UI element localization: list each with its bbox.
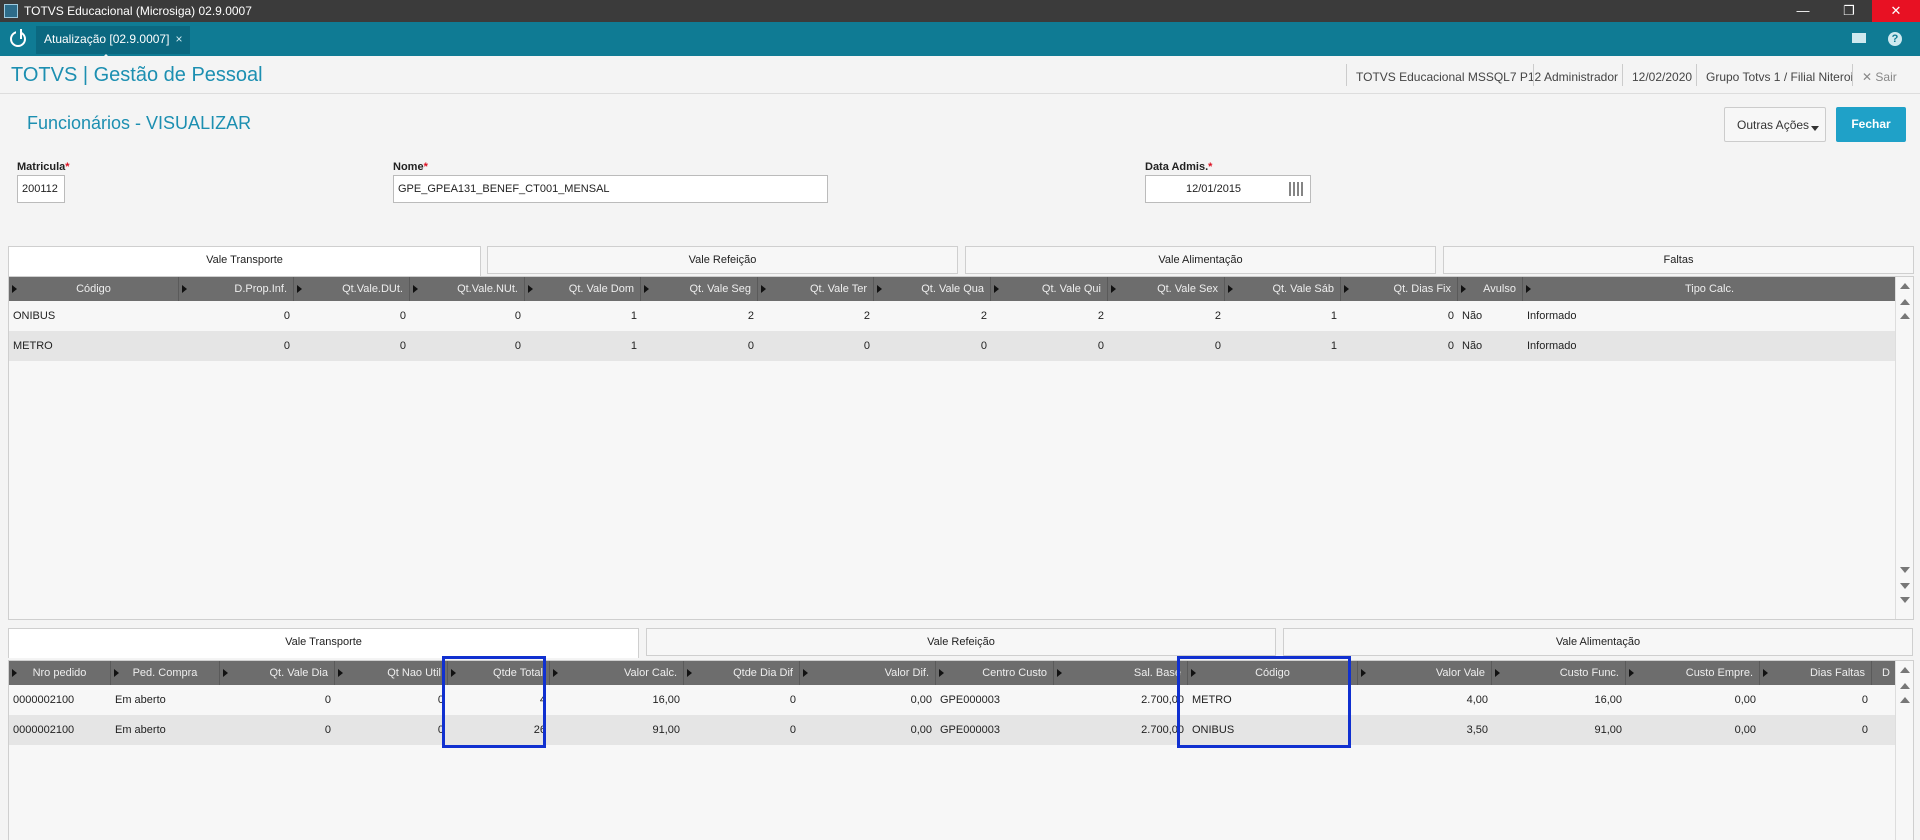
tab-vale-refeicao[interactable]: Vale Refeição (646, 628, 1276, 656)
nome-field[interactable]: GPE_GPEA131_BENEF_CT001_MENSAL (393, 175, 828, 203)
close-window-button[interactable]: ✕ (1872, 0, 1920, 22)
scroll-page-down-icon[interactable] (1900, 583, 1910, 589)
data-admis-value: 12/01/2015 (1186, 183, 1242, 195)
user-label: Administrador (1544, 70, 1619, 84)
col-header[interactable]: Nro pedido (9, 661, 111, 685)
scroll-page-up-icon[interactable] (1900, 299, 1910, 305)
page-title: Funcionários - VISUALIZAR (27, 113, 252, 133)
col-header[interactable]: Qt. Vale Dia (220, 661, 335, 685)
bottom-tabs: Vale Transporte Vale Refeição Vale Alime… (0, 628, 1920, 658)
tab-close-icon[interactable]: × (175, 32, 182, 46)
environment-label: TOTVS Educacional MSSQL7 P12 (1356, 70, 1542, 84)
divider (1533, 64, 1534, 86)
col-header[interactable]: Custo Empre. (1626, 661, 1760, 685)
scroll-down-icon[interactable] (1900, 567, 1910, 573)
divider (1622, 64, 1623, 86)
tab-vale-alimentacao[interactable]: Vale Alimentação (1283, 628, 1913, 656)
scroll-page-down-icon[interactable] (1900, 597, 1910, 603)
col-header[interactable]: D.Prop.Inf. (179, 277, 294, 301)
scroll-up-icon[interactable] (1900, 667, 1910, 673)
col-header[interactable]: Custo Func. (1492, 661, 1626, 685)
highlight-qtde-total (442, 656, 546, 748)
col-header[interactable]: Ped. Compra (111, 661, 220, 685)
col-header[interactable]: Qtde Dia Dif (684, 661, 800, 685)
nome-label: Nome* (393, 161, 428, 173)
col-header[interactable]: Qt. Dias Fix (1341, 277, 1458, 301)
tab-faltas[interactable]: Faltas (1443, 246, 1914, 274)
data-admis-label: Data Admis.* (1145, 161, 1213, 173)
col-header[interactable]: Avulso (1458, 277, 1523, 301)
help-icon[interactable]: ? (1888, 32, 1902, 46)
divider (1346, 64, 1347, 86)
matricula-field[interactable]: 200112 (17, 175, 65, 203)
col-header[interactable]: Qt Nao Util (335, 661, 448, 685)
vertical-scrollbar[interactable] (1895, 661, 1913, 840)
mail-icon[interactable] (1852, 33, 1866, 43)
col-header[interactable]: Qt. Vale Qua (874, 277, 991, 301)
col-header[interactable]: Centro Custo (936, 661, 1054, 685)
chevron-down-icon (1811, 126, 1819, 131)
grid-header: Código D.Prop.Inf. Qt.Vale.DUt. Qt.Vale.… (9, 277, 1913, 301)
tab-vale-transporte[interactable]: Vale Transporte (8, 246, 481, 276)
divider (1852, 64, 1853, 86)
col-header[interactable]: Qt. Vale Sex (1108, 277, 1225, 301)
power-icon[interactable] (10, 29, 26, 47)
col-header[interactable]: Qt. Vale Dom (525, 277, 641, 301)
date-label: 12/02/2020 (1632, 70, 1693, 84)
orders-grid: Nro pedido Ped. Compra Qt. Vale Dia Qt N… (8, 660, 1914, 840)
restore-button[interactable]: ❐ (1826, 0, 1872, 22)
col-header[interactable]: Qt. Vale Sáb (1225, 277, 1341, 301)
app-icon (4, 4, 18, 18)
table-row[interactable]: ONIBUS 0 0 0 1 2 2 2 2 2 1 0 Não Informa… (9, 301, 1913, 331)
brand-title: TOTVS | Gestão de Pessoal (11, 64, 263, 86)
minimize-button[interactable]: — (1780, 0, 1826, 22)
table-row[interactable]: 0000002100 Em aberto 0 0 4 16,00 0 0,00 … (9, 685, 1913, 715)
tab-vale-transporte[interactable]: Vale Transporte (8, 628, 639, 658)
app-tabbar: Atualização [02.9.0007] × ? (0, 22, 1920, 60)
col-header[interactable]: Qt. Vale Qui (991, 277, 1108, 301)
tab-vale-alimentacao[interactable]: Vale Alimentação (965, 246, 1436, 274)
other-actions-label: Outras Ações (1737, 118, 1810, 132)
data-admis-field[interactable]: 12/01/2015 (1145, 175, 1311, 203)
col-header[interactable]: Valor Dif. (800, 661, 936, 685)
divider (1696, 64, 1697, 86)
other-actions-button[interactable]: Outras Ações (1724, 107, 1826, 142)
col-header[interactable]: Dias Faltas (1760, 661, 1872, 685)
transport-grid: Código D.Prop.Inf. Qt.Vale.DUt. Qt.Vale.… (8, 276, 1914, 620)
tab-label: Atualização [02.9.0007] (44, 32, 170, 46)
col-header[interactable]: Qt. Vale Ter (758, 277, 874, 301)
tab-atualizacao[interactable]: Atualização [02.9.0007] × (36, 26, 191, 60)
col-header[interactable]: Qt. Vale Seg (641, 277, 758, 301)
tab-vale-refeicao[interactable]: Vale Refeição (487, 246, 958, 274)
col-header[interactable]: Qt.Vale.DUt. (294, 277, 410, 301)
grid-header: Nro pedido Ped. Compra Qt. Vale Dia Qt N… (9, 661, 1913, 685)
window-titlebar: TOTVS Educacional (Microsiga) 02.9.0007 … (0, 0, 1920, 22)
matricula-label: Matricula* (17, 161, 70, 173)
scroll-page-up-icon[interactable] (1900, 683, 1910, 689)
scroll-up-icon[interactable] (1900, 283, 1910, 289)
scroll-page-up-icon[interactable] (1900, 697, 1910, 703)
col-header[interactable]: Qt.Vale.NUt. (410, 277, 525, 301)
calendar-icon[interactable] (1289, 182, 1304, 196)
scroll-page-up-icon[interactable] (1900, 313, 1910, 319)
col-header[interactable]: Tipo Calc. (1523, 277, 1897, 301)
col-header[interactable]: Valor Calc. (550, 661, 684, 685)
col-header[interactable]: Valor Vale (1358, 661, 1492, 685)
table-row[interactable]: METRO 0 0 0 1 0 0 0 0 0 1 0 Não Informad… (9, 331, 1913, 361)
vertical-scrollbar[interactable] (1895, 277, 1913, 619)
app-header: TOTVS | Gestão de Pessoal TOTVS Educacio… (0, 56, 1920, 94)
top-tabs: Vale Transporte Vale Refeição Vale Alime… (0, 246, 1920, 276)
close-button[interactable]: Fechar (1836, 107, 1906, 142)
logout-button[interactable]: ✕ Sair (1862, 70, 1897, 84)
company-label[interactable]: Grupo Totvs 1 / Filial Niteroi (1706, 70, 1853, 84)
table-row[interactable]: 0000002100 Em aberto 0 0 26 91,00 0 0,00… (9, 715, 1913, 745)
col-header[interactable]: D (1872, 661, 1897, 685)
highlight-codigo (1177, 656, 1351, 748)
col-header[interactable]: Sal. Base (1054, 661, 1188, 685)
window-title: TOTVS Educacional (Microsiga) 02.9.0007 (24, 4, 252, 18)
col-header[interactable]: Código (9, 277, 179, 301)
